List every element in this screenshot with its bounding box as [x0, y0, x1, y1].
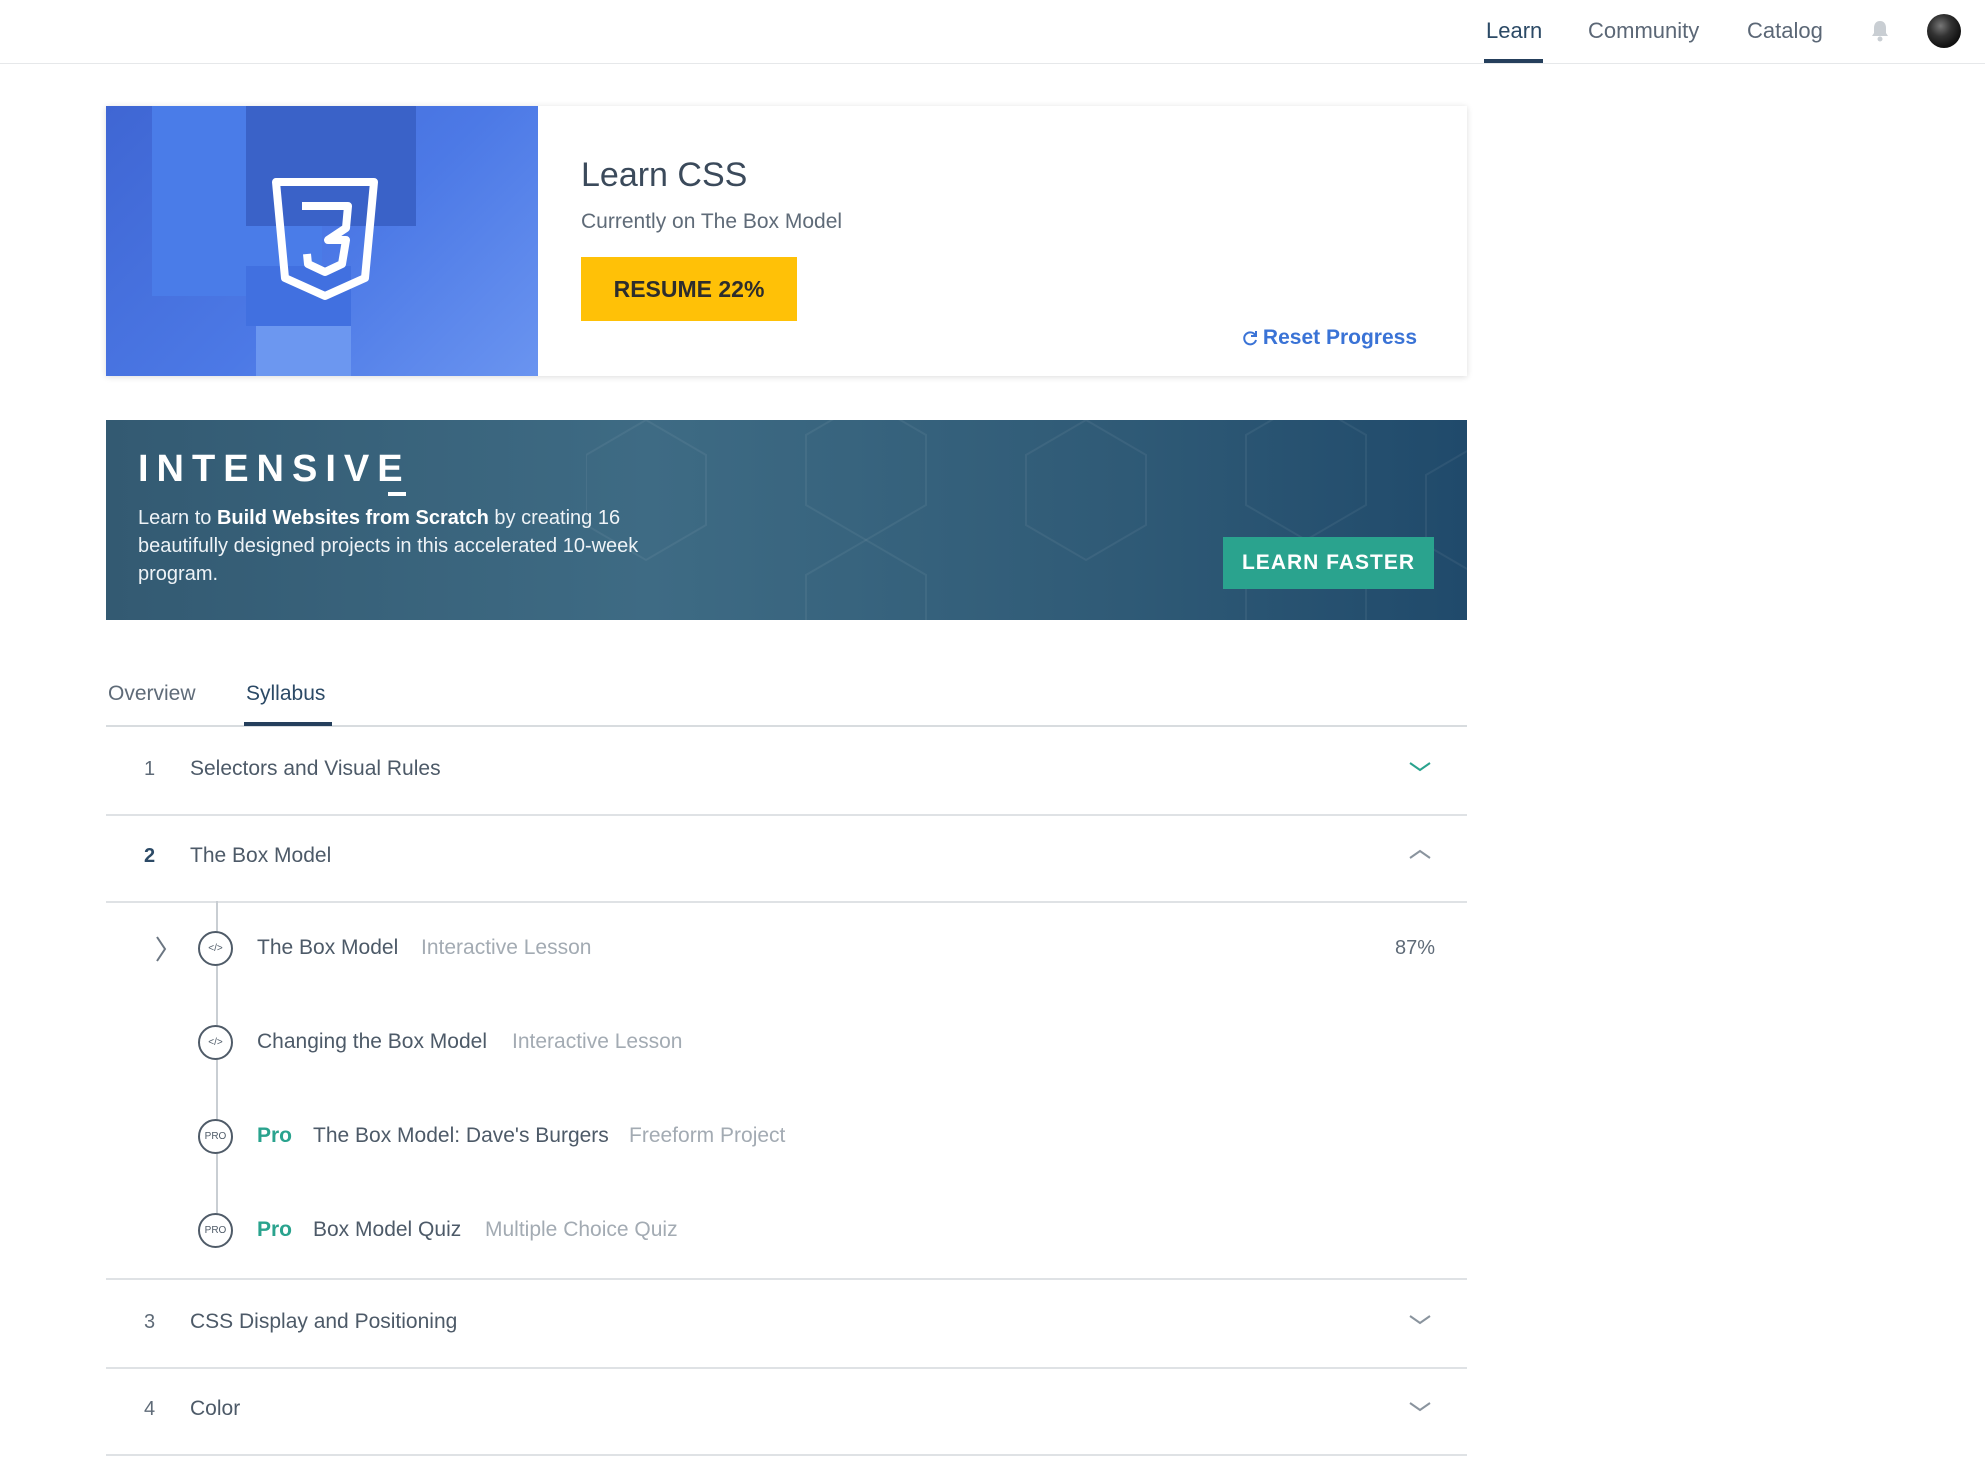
pro-badge: Pro: [257, 1218, 293, 1241]
lesson-item[interactable]: </> Changing the Box Model Interactive L…: [106, 1014, 1467, 1074]
syllabus-section-4[interactable]: 4 Color: [106, 1367, 1467, 1456]
lesson-type: Interactive Lesson: [421, 936, 592, 959]
section-title: CSS Display and Positioning: [190, 1310, 458, 1333]
pro-icon: PRO: [198, 1213, 233, 1248]
banner-text-prefix: Learn to: [138, 507, 217, 529]
chevron-right-icon[interactable]: [154, 934, 168, 964]
syllabus-section-1[interactable]: 1 Selectors and Visual Rules: [106, 727, 1467, 816]
syllabus-section-2[interactable]: 2 The Box Model: [106, 814, 1467, 903]
nav-community[interactable]: Community: [1588, 18, 1699, 44]
section-title: Selectors and Visual Rules: [190, 757, 441, 780]
banner-text-bold: Build Websites from Scratch: [216, 507, 489, 529]
lesson-type: Multiple Choice Quiz: [485, 1218, 678, 1241]
banner-title-accent: [388, 492, 406, 496]
chevron-down-icon[interactable]: [1408, 1313, 1432, 1327]
lesson-item[interactable]: PRO Pro Box Model Quiz Multiple Choice Q…: [106, 1202, 1467, 1262]
active-tab-indicator: [244, 722, 332, 726]
css3-logo-icon: [272, 178, 378, 300]
reset-progress-label: Reset Progress: [1262, 326, 1417, 349]
active-nav-indicator: [1484, 59, 1543, 63]
lesson-progress: 87%: [1394, 937, 1435, 959]
intensive-banner: INTENSIVE Learn to Build Websites from S…: [106, 420, 1467, 620]
lesson-type: Interactive Lesson: [512, 1030, 683, 1053]
refresh-icon: [1243, 331, 1257, 346]
lesson-title: The Box Model: [257, 936, 399, 959]
course-card: Learn CSS Currently on The Box Model RES…: [106, 106, 1467, 376]
banner-title: INTENSIVE: [138, 448, 411, 490]
section-title: Color: [190, 1397, 241, 1420]
lesson-title: Changing the Box Model: [257, 1030, 487, 1053]
chevron-down-icon[interactable]: [1408, 760, 1432, 774]
bell-icon[interactable]: [1868, 18, 1892, 44]
tab-overview[interactable]: Overview: [108, 682, 196, 706]
lesson-item[interactable]: PRO Pro The Box Model: Dave's Burgers Fr…: [106, 1108, 1467, 1168]
lesson-title: The Box Model: Dave's Burgers: [313, 1124, 609, 1147]
pro-badge: Pro: [257, 1124, 293, 1147]
lesson-type: Freeform Project: [629, 1124, 786, 1147]
section-number: 3: [144, 1311, 156, 1333]
code-icon: </>: [198, 931, 233, 966]
hexagon-pattern: [586, 420, 1467, 620]
learn-faster-button[interactable]: LEARN FASTER: [1223, 537, 1434, 589]
chevron-down-icon[interactable]: [1408, 1400, 1432, 1414]
nav-catalog[interactable]: Catalog: [1747, 18, 1823, 44]
course-title: Learn CSS: [581, 156, 748, 194]
section-number: 2: [144, 845, 156, 867]
lesson-item[interactable]: </> The Box Model Interactive Lesson 87%: [106, 920, 1467, 980]
top-navigation: Learn Community Catalog: [0, 0, 1985, 64]
syllabus-section-3[interactable]: 3 CSS Display and Positioning: [106, 1280, 1467, 1369]
section-number: 1: [144, 758, 156, 780]
lesson-title: Box Model Quiz: [313, 1218, 462, 1241]
tab-syllabus[interactable]: Syllabus: [246, 682, 325, 706]
banner-description: Learn to Build Websites from Scratch by …: [138, 504, 698, 588]
code-icon: </>: [198, 1025, 233, 1060]
resume-button[interactable]: RESUME 22%: [581, 257, 797, 321]
section-number: 4: [144, 1398, 156, 1420]
section-title: The Box Model: [190, 844, 332, 867]
reset-progress-link[interactable]: Reset Progress: [1241, 326, 1417, 350]
pro-icon: PRO: [198, 1119, 233, 1154]
chevron-up-icon[interactable]: [1408, 847, 1432, 861]
current-lesson-text: Currently on The Box Model: [581, 210, 843, 233]
course-hero-image: [106, 106, 538, 376]
nav-learn[interactable]: Learn: [1486, 18, 1542, 44]
avatar[interactable]: [1927, 14, 1961, 48]
